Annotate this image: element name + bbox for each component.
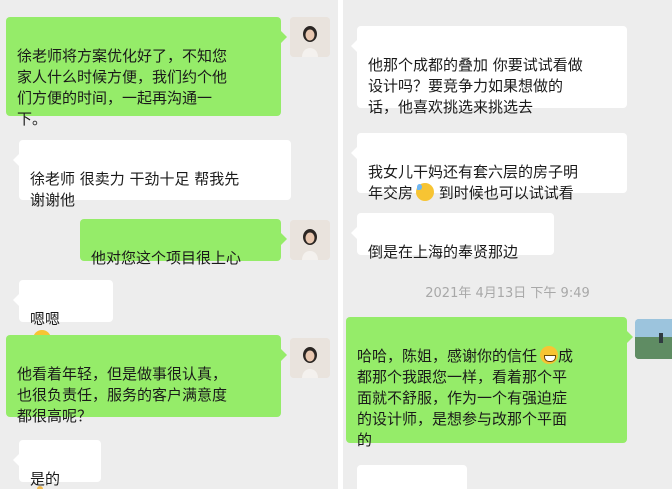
chat-panel-right: 他那个成都的叠加 你要试试看做 设计吗？要竞争力如果想做的 话，他喜欢挑选来挑选… [343, 0, 672, 489]
sender-avatar-2[interactable] [290, 220, 330, 260]
message-bubble-7[interactable]: 他那个成都的叠加 你要试试看做 设计吗？要竞争力如果想做的 话，他喜欢挑选来挑选… [351, 26, 627, 116]
message-text-2: 徐老师 很卖力 干劲十足 帮我先 谢谢他 [30, 170, 240, 209]
message-bubble-2[interactable]: 徐老师 很卖力 干劲十足 帮我先 谢谢他 [13, 140, 291, 209]
sender-avatar-4[interactable] [635, 319, 672, 359]
message-text-6: 是的 [30, 470, 61, 488]
message-bubble-8[interactable]: 我女儿干妈还有套六层的房子明 年交房 到时候也可以试试看 [351, 133, 627, 202]
grin-emoji-icon [540, 346, 559, 364]
sweat-smile-emoji-icon [416, 183, 435, 201]
landscape-avatar-icon [635, 319, 672, 359]
woman-avatar-icon [290, 338, 330, 378]
message-text-1: 徐老师将方案优化好了，不知您 家人什么时候方便，我们约个他 们方便的时间，一起再… [17, 47, 228, 128]
message-text-8b: 到时候也可以试试看 [434, 184, 574, 202]
next-message-edge [357, 465, 467, 489]
woman-avatar-icon [290, 17, 330, 57]
message-text-9: 倒是在上海的奉贤那边 [368, 243, 519, 261]
sender-avatar-3[interactable] [290, 338, 330, 378]
message-text-10a: 哈哈，陈姐，感谢你的信任 [357, 347, 538, 365]
message-bubble-10[interactable]: 哈哈，陈姐，感谢你的信任成 都那个我跟您一样，看着那个平 面就不舒服，作为一个有… [346, 317, 633, 449]
sender-avatar-1[interactable] [290, 17, 330, 57]
message-text-3: 他对您这个项目很上心 [91, 249, 242, 267]
message-bubble-9[interactable]: 倒是在上海的奉贤那边 [351, 213, 554, 261]
chat-panel-left: 徐老师将方案优化好了，不知您 家人什么时候方便，我们约个他 们方便的时间，一起再… [0, 0, 338, 489]
woman-avatar-icon [290, 220, 330, 260]
message-text-4: 嗯嗯 [30, 310, 61, 328]
message-timestamp: 2021年 4月13日 下午 9:49 [425, 286, 590, 301]
message-bubble-4[interactable]: 嗯嗯 [13, 280, 113, 348]
message-bubble-3[interactable]: 他对您这个项目很上心 [80, 219, 287, 267]
message-text-7: 他那个成都的叠加 你要试试看做 设计吗？要竞争力如果想做的 话，他喜欢挑选来挑选… [368, 56, 583, 116]
message-bubble-5[interactable]: 他看着年轻，但是做事很认真， 也很负责任，服务的客户满意度 都很高呢？ [6, 335, 287, 425]
message-bubble-6[interactable]: 是的 [13, 440, 101, 489]
message-bubble-1[interactable]: 徐老师将方案优化好了，不知您 家人什么时候方便，我们约个他 们方便的时间，一起再… [6, 17, 287, 128]
message-text-5: 他看着年轻，但是做事很认真， 也很负责任，服务的客户满意度 都很高呢？ [17, 365, 228, 425]
